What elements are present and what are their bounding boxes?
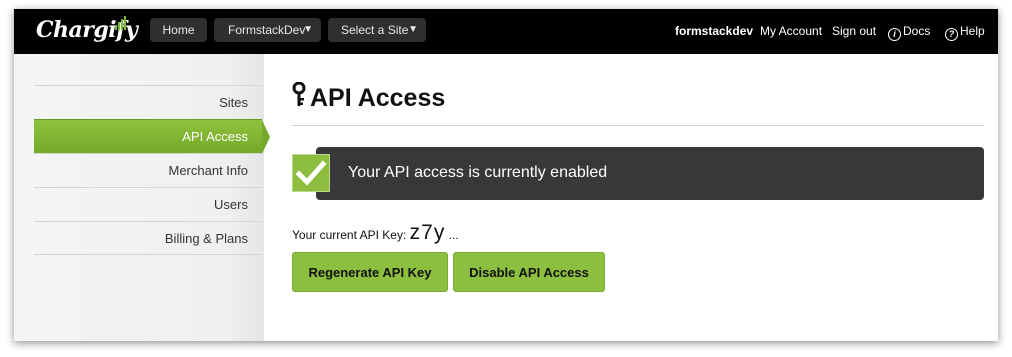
regenerate-button-label: Regenerate API Key	[308, 265, 432, 280]
active-arrow-icon	[262, 120, 270, 154]
sidebar-item-api-access[interactable]: API Access	[34, 119, 270, 154]
disable-api-access-button[interactable]: Disable API Access	[453, 252, 605, 292]
sidebar-item-label: Merchant Info	[168, 163, 249, 178]
disable-button-label: Disable API Access	[469, 265, 589, 280]
help-icon: ?	[945, 28, 958, 41]
status-notice: Your API access is currently enabled	[316, 147, 984, 200]
site-select-label: Select a Site	[341, 23, 409, 37]
sidebar-item-label: Sites	[219, 95, 248, 110]
regenerate-api-key-button[interactable]: Regenerate API Key	[292, 252, 448, 292]
main-content: API Access Your API access is currently …	[292, 54, 984, 341]
title-divider	[292, 125, 984, 126]
checkmark-icon	[292, 154, 330, 192]
chevron-down-icon: ▼	[303, 24, 313, 35]
help-link[interactable]: ? Help	[945, 24, 985, 41]
username-label: formstackdev	[675, 24, 754, 38]
sign-out-link[interactable]: Sign out	[832, 24, 876, 38]
site-select[interactable]: Select a Site ▼	[328, 18, 426, 42]
sidebar-item-label: API Access	[182, 129, 248, 144]
key-icon	[292, 82, 306, 106]
api-key-value: z7y	[409, 221, 446, 244]
docs-link[interactable]: i Docs	[888, 24, 930, 41]
sidebar-item-users[interactable]: Users	[34, 187, 262, 221]
api-key-label: Your current API Key:	[292, 228, 407, 242]
sidebar-item-label: Billing & Plans	[164, 231, 248, 246]
account-select-label: FormstackDev	[228, 23, 306, 37]
my-account-link[interactable]: My Account	[760, 24, 822, 38]
status-notice-text: Your API access is currently enabled	[348, 164, 608, 181]
sidebar-menu: Sites API Access Merchant Info Users Bil…	[34, 85, 270, 255]
app-window: Chargify Home FormstackDev ▼ Select a Si…	[14, 9, 998, 341]
logo-bars-icon	[115, 16, 126, 30]
chevron-down-icon: ▼	[408, 24, 418, 35]
api-key-line: Your current API Key: z7y ...	[292, 221, 459, 245]
sidebar-item-label: Users	[214, 197, 248, 212]
help-link-label: Help	[960, 24, 985, 38]
docs-link-label: Docs	[903, 24, 931, 38]
sidebar-item-merchant-info[interactable]: Merchant Info	[34, 153, 262, 187]
api-key-ellipsis: ...	[448, 228, 459, 242]
page-title-text: API Access	[310, 84, 446, 112]
sidebar: Sites API Access Merchant Info Users Bil…	[14, 54, 270, 341]
info-icon: i	[888, 28, 901, 41]
top-navbar: Chargify Home FormstackDev ▼ Select a Si…	[14, 9, 998, 54]
account-select[interactable]: FormstackDev ▼	[214, 18, 321, 42]
home-button-label: Home	[162, 23, 195, 37]
sidebar-item-sites[interactable]: Sites	[34, 85, 262, 119]
page-title: API Access	[292, 82, 445, 113]
home-button[interactable]: Home	[150, 18, 207, 42]
sidebar-item-billing-plans[interactable]: Billing & Plans	[34, 221, 262, 255]
